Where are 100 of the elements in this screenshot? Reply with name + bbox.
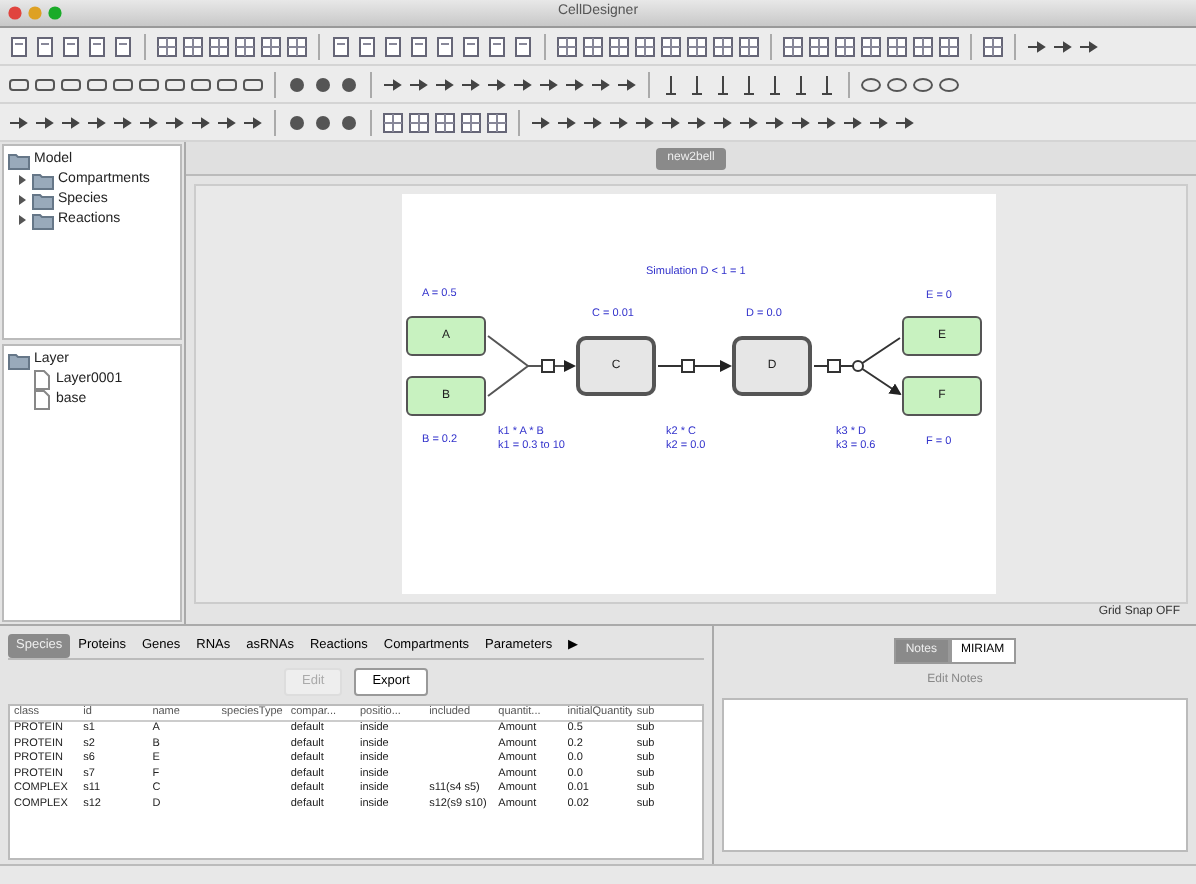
arrow-icon[interactable] (538, 73, 560, 95)
grid-icon[interactable] (660, 35, 682, 57)
rectangle-icon[interactable] (164, 73, 186, 95)
rectangle-icon[interactable] (242, 73, 264, 95)
arrow-icon[interactable] (216, 111, 238, 133)
rectangle-icon[interactable] (138, 73, 160, 95)
grid-icon[interactable] (156, 35, 178, 57)
document-icon[interactable] (382, 35, 404, 57)
arrow-icon[interactable] (1026, 35, 1048, 57)
arrow-icon[interactable] (530, 111, 552, 133)
grid-icon[interactable] (208, 35, 230, 57)
arrow-icon[interactable] (408, 73, 430, 95)
arrow-icon[interactable] (686, 111, 708, 133)
circle-icon[interactable] (286, 73, 308, 95)
close-icon[interactable] (8, 6, 22, 20)
line-icon[interactable] (738, 73, 760, 95)
arrow-icon[interactable] (434, 73, 456, 95)
arrow-icon[interactable] (842, 111, 864, 133)
arrow-icon[interactable] (660, 111, 682, 133)
line-icon[interactable] (816, 73, 838, 95)
rectangle-icon[interactable] (112, 73, 134, 95)
grid-icon[interactable] (938, 35, 960, 57)
grid-icon[interactable] (382, 111, 404, 133)
arrow-icon[interactable] (8, 111, 30, 133)
arrow-icon[interactable] (868, 111, 890, 133)
oval-icon[interactable] (912, 73, 934, 95)
grid-icon[interactable] (434, 111, 456, 133)
grid-icon[interactable] (860, 35, 882, 57)
grid-icon[interactable] (912, 35, 934, 57)
line-icon[interactable] (764, 73, 786, 95)
rectangle-icon[interactable] (86, 73, 108, 95)
arrow-icon[interactable] (460, 73, 482, 95)
circle-icon[interactable] (286, 111, 308, 133)
arrow-icon[interactable] (1052, 35, 1074, 57)
document-icon[interactable] (112, 35, 134, 57)
arrow-icon[interactable] (590, 73, 612, 95)
expand-icon[interactable] (16, 174, 28, 186)
arrow-icon[interactable] (582, 111, 604, 133)
circle-icon[interactable] (312, 73, 334, 95)
grid-icon[interactable] (556, 35, 578, 57)
document-icon[interactable] (356, 35, 378, 57)
grid-icon[interactable] (608, 35, 630, 57)
document-icon[interactable] (434, 35, 456, 57)
grid-icon[interactable] (982, 35, 1004, 57)
grid-icon[interactable] (686, 35, 708, 57)
expand-icon[interactable] (16, 214, 28, 226)
line-icon[interactable] (790, 73, 812, 95)
oval-icon[interactable] (860, 73, 882, 95)
rectangle-icon[interactable] (216, 73, 238, 95)
arrow-icon[interactable] (616, 73, 638, 95)
arrow-icon[interactable] (738, 111, 760, 133)
arrow-icon[interactable] (34, 111, 56, 133)
rectangle-icon[interactable] (190, 73, 212, 95)
arrow-icon[interactable] (556, 111, 578, 133)
circle-icon[interactable] (338, 73, 360, 95)
arrow-icon[interactable] (138, 111, 160, 133)
document-icon[interactable] (408, 35, 430, 57)
line-icon[interactable] (712, 73, 734, 95)
document-icon[interactable] (486, 35, 508, 57)
arrow-icon[interactable] (608, 111, 630, 133)
grid-icon[interactable] (808, 35, 830, 57)
arrow-icon[interactable] (164, 111, 186, 133)
grid-icon[interactable] (738, 35, 760, 57)
arrow-icon[interactable] (894, 111, 916, 133)
document-icon[interactable] (86, 35, 108, 57)
arrow-icon[interactable] (764, 111, 786, 133)
grid-icon[interactable] (408, 111, 430, 133)
grid-icon[interactable] (182, 35, 204, 57)
arrow-icon[interactable] (634, 111, 656, 133)
arrow-icon[interactable] (242, 111, 264, 133)
line-icon[interactable] (686, 73, 708, 95)
arrow-icon[interactable] (486, 73, 508, 95)
line-icon[interactable] (660, 73, 682, 95)
grid-icon[interactable] (260, 35, 282, 57)
grid-icon[interactable] (286, 35, 308, 57)
arrow-icon[interactable] (190, 111, 212, 133)
circle-icon[interactable] (312, 111, 334, 133)
arrow-icon[interactable] (86, 111, 108, 133)
document-icon[interactable] (8, 35, 30, 57)
grid-icon[interactable] (782, 35, 804, 57)
grid-icon[interactable] (834, 35, 856, 57)
arrow-icon[interactable] (112, 111, 134, 133)
rectangle-icon[interactable] (34, 73, 56, 95)
oval-icon[interactable] (938, 73, 960, 95)
grid-icon[interactable] (634, 35, 656, 57)
arrow-icon[interactable] (790, 111, 812, 133)
arrow-icon[interactable] (712, 111, 734, 133)
grid-icon[interactable] (712, 35, 734, 57)
grid-icon[interactable] (234, 35, 256, 57)
grid-icon[interactable] (582, 35, 604, 57)
grid-icon[interactable] (486, 111, 508, 133)
expand-icon[interactable] (16, 194, 28, 206)
arrow-icon[interactable] (382, 73, 404, 95)
arrow-icon[interactable] (60, 111, 82, 133)
document-icon[interactable] (512, 35, 534, 57)
oval-icon[interactable] (886, 73, 908, 95)
document-icon[interactable] (34, 35, 56, 57)
document-icon[interactable] (460, 35, 482, 57)
document-icon[interactable] (60, 35, 82, 57)
document-icon[interactable] (330, 35, 352, 57)
